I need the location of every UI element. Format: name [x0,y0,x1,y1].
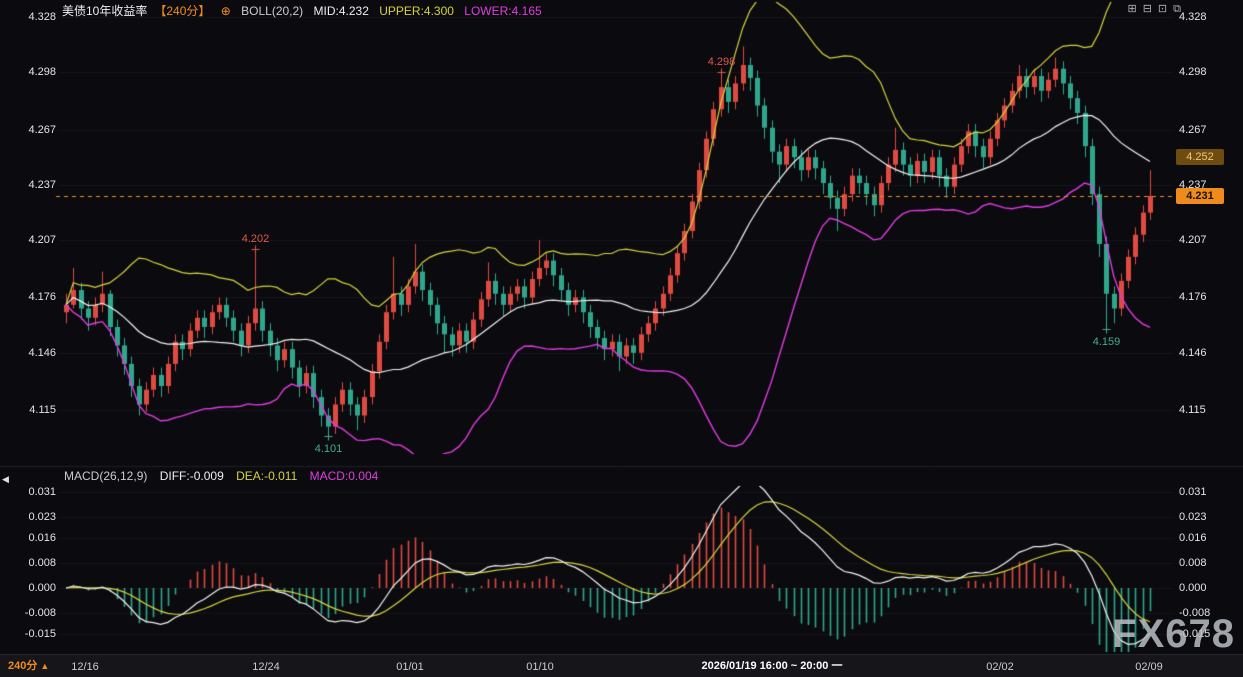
price-axis-label-left: 4.207 [2,234,56,246]
time-axis-label: 12/24 [252,661,280,673]
price-axis-label-right: 4.298 [1179,66,1207,78]
boll-indicator-label: BOLL(20,2) [241,4,303,18]
candlestick-chart-canvas[interactable] [0,0,1243,677]
time-axis-label: 02/09 [1135,661,1163,673]
macd-axis-label-left: 0.016 [2,532,56,544]
macd-axis-label-left: 0.023 [2,511,56,523]
price-axis-label-left: 4.146 [2,347,56,359]
macd-pane-collapse-icon[interactable]: ◀ [2,474,9,485]
price-axis-label-left: 4.115 [2,404,56,416]
macd-dea-value: DEA:-0.011 [236,469,297,483]
time-axis-bar[interactable] [0,654,1243,677]
chart-title: 美债10年收益率 [62,4,147,18]
chart-header: 美债10年收益率【240分】 ⊕ BOLL(20,2) MID:4.232 UP… [62,2,549,19]
macd-axis-label-left: -0.008 [2,607,56,619]
macd-axis-label-left: 0.000 [2,582,56,594]
indicator-expand-icon[interactable]: ⊕ [221,4,231,18]
up-arrow-icon: ▲ [40,661,49,671]
price-axis-label-right: 4.115 [1179,404,1206,416]
price-axis-label-left: 4.267 [2,124,56,136]
price-axis-label-right: 4.267 [1179,124,1207,136]
layout-grid-icon[interactable]: ⊞ [1127,3,1136,15]
macd-axis-label-left: 0.008 [2,557,56,569]
price-axis-label-left: 4.328 [2,11,56,23]
time-axis-label: 01/10 [526,661,554,673]
layout-single-icon[interactable]: ⊟ [1143,3,1152,15]
price-axis-label-left: 4.298 [2,66,56,78]
time-axis-label: 01/01 [396,661,424,673]
chart-period-tag: 【240分】 [154,4,210,18]
trading-chart-app: 美债10年收益率【240分】 ⊕ BOLL(20,2) MID:4.232 UP… [0,0,1243,677]
layout-split-icon[interactable]: ⊡ [1158,3,1167,15]
boll-upper-value: UPPER:4.300 [379,4,454,18]
macd-axis-label-left: 0.031 [2,486,56,498]
swing-low-label: 4.159 [1090,336,1124,348]
macd-diff-value: DIFF:-0.009 [160,469,224,483]
timeframe-text: 240分 [8,660,37,672]
price-axis-label-right: 4.328 [1179,11,1207,23]
macd-header: MACD(26,12,9) DIFF:-0.009 DEA:-0.011 MAC… [64,469,387,483]
crosshair-date-label: 2026/01/19 16:00 ~ 20:00 一 [702,657,843,673]
chart-layout-toolbar: ⊞ ⊟ ⊡ ⧉ [1127,3,1181,15]
watermark: FX678 [1112,612,1235,657]
time-axis-label: 12/16 [71,661,99,673]
swing-high-label: 4.202 [239,233,273,245]
price-axis-label-left: 4.176 [2,291,56,303]
macd-indicator-label: MACD(26,12,9) [64,469,147,483]
price-axis-label-left: 4.237 [2,179,56,191]
price-axis-label-right: 4.176 [1179,291,1207,303]
price-axis-label-right: 4.207 [1179,234,1207,246]
macd-axis-label-right: 0.023 [1179,511,1207,523]
macd-hist-value: MACD:0.004 [310,469,379,483]
boll-lower-value: LOWER:4.165 [464,4,541,18]
macd-axis-label-right: 0.008 [1179,557,1207,569]
time-axis-label: 02/02 [986,661,1014,673]
boll-mid-value: MID:4.232 [314,4,369,18]
macd-axis-label-right: 0.016 [1179,532,1207,544]
swing-high-label: 4.298 [705,56,739,68]
timeframe-label: 240分▲ [8,657,49,673]
layout-windows-icon[interactable]: ⧉ [1173,3,1181,15]
macd-axis-label-left: -0.015 [2,628,56,640]
current-price-badge: 4.231 [1176,188,1224,204]
reference-price-badge: 4.252 [1176,149,1224,165]
price-axis-label-right: 4.146 [1179,347,1207,359]
macd-axis-label-right: 0.000 [1179,582,1207,594]
macd-axis-label-right: 0.031 [1179,486,1207,498]
swing-low-label: 4.101 [312,443,346,455]
